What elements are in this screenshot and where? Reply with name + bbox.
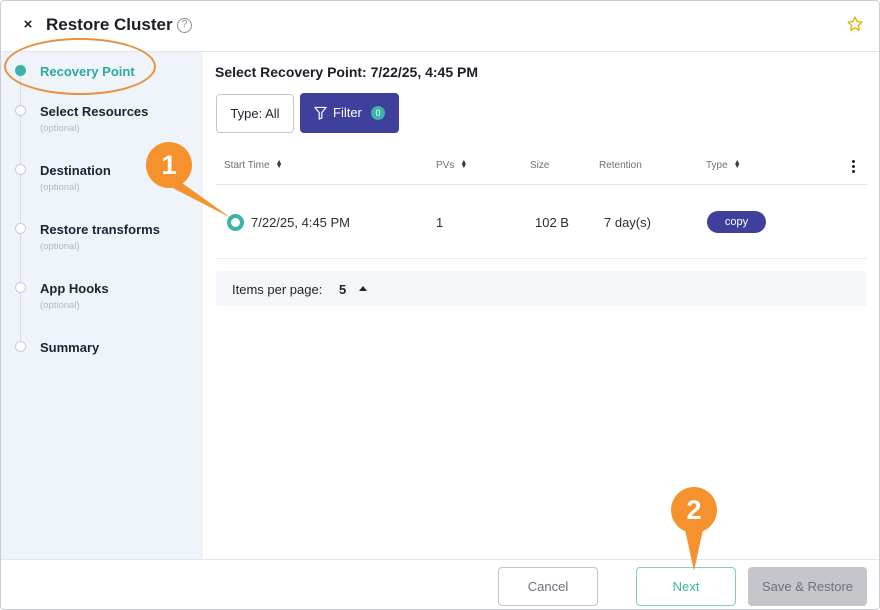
cell-retention: 7 day(s) bbox=[604, 215, 651, 230]
table-header: Start Time ▲ ▼ PVs ▲ ▼ Size Retention Type ▲ ▼ bbox=[216, 147, 867, 185]
column-header-pvs[interactable]: PVs ▲ ▼ bbox=[436, 159, 467, 171]
step-optional-note: (optional) bbox=[40, 123, 80, 134]
filter-label: Filter bbox=[333, 105, 362, 120]
cell-start-time: 7/22/25, 4:45 PM bbox=[251, 215, 351, 230]
cell-pvs: 1 bbox=[436, 215, 444, 230]
type-filter-button[interactable]: Type: All bbox=[216, 94, 294, 133]
dialog-footer: Cancel Next Save & Restore bbox=[1, 559, 879, 609]
sort-icon[interactable]: ▲ ▼ bbox=[276, 159, 283, 170]
step-label: Destination bbox=[40, 163, 111, 178]
wizard-steps-sidebar: Recovery Point Select Resources (optiona… bbox=[1, 52, 203, 609]
funnel-icon bbox=[314, 106, 327, 120]
table-row[interactable]: 7/22/25, 4:45 PM 1 102 B 7 day(s) copy bbox=[216, 185, 867, 259]
step-label: Restore transforms bbox=[40, 222, 160, 237]
step-indicator bbox=[15, 223, 26, 234]
column-header-label: Retention bbox=[599, 160, 642, 171]
items-per-page-label: Items per page: bbox=[232, 282, 323, 297]
kebab-menu-icon[interactable] bbox=[852, 160, 856, 174]
step-optional-note: (optional) bbox=[40, 241, 80, 252]
column-header-label: PVs bbox=[436, 160, 455, 171]
section-title: Select Recovery Point: 7/22/25, 4:45 PM bbox=[215, 64, 479, 80]
dialog-title: Restore Cluster bbox=[46, 15, 173, 34]
highlight-ring bbox=[4, 38, 156, 95]
step-indicator bbox=[15, 341, 26, 352]
filter-button[interactable]: Filter 0 bbox=[300, 93, 399, 133]
step-optional-note: (optional) bbox=[40, 182, 80, 193]
main-panel: Select Recovery Point: 7/22/25, 4:45 PM … bbox=[203, 52, 879, 560]
step-indicator bbox=[15, 282, 26, 293]
callout-marker-2: 2 bbox=[670, 487, 718, 571]
restore-cluster-dialog: × Restore Cluster ? Recovery Point Selec… bbox=[0, 0, 880, 610]
star-outline-icon[interactable] bbox=[846, 15, 864, 33]
column-header-label: Size bbox=[530, 160, 550, 171]
close-icon[interactable]: × bbox=[19, 16, 37, 34]
help-circle-icon[interactable]: ? bbox=[177, 18, 192, 33]
sort-icon[interactable]: ▲ ▼ bbox=[460, 159, 467, 170]
type-badge: copy bbox=[707, 211, 766, 233]
callout-marker-1: 1 bbox=[145, 142, 231, 218]
callout-number: 1 bbox=[161, 150, 177, 180]
step-label: Select Resources bbox=[40, 104, 149, 119]
column-header-label: Type bbox=[706, 160, 728, 171]
step-indicator bbox=[15, 164, 26, 175]
step-indicator bbox=[15, 105, 26, 116]
save-restore-button[interactable]: Save & Restore bbox=[748, 567, 867, 606]
step-optional-note: (optional) bbox=[40, 300, 80, 311]
dialog-header: × Restore Cluster ? bbox=[1, 1, 879, 52]
callout-number: 2 bbox=[686, 495, 702, 525]
step-label: Summary bbox=[40, 340, 100, 355]
column-header-retention: Retention bbox=[599, 160, 642, 171]
column-header-type[interactable]: Type ▲ ▼ bbox=[706, 159, 741, 171]
cancel-button[interactable]: Cancel bbox=[498, 567, 598, 606]
caret-up-icon[interactable] bbox=[359, 286, 367, 291]
cell-size: 102 B bbox=[535, 215, 569, 230]
sort-icon[interactable]: ▲ ▼ bbox=[734, 159, 741, 170]
pagination-bar: Items per page: 5 bbox=[216, 271, 867, 306]
items-per-page-value[interactable]: 5 bbox=[339, 282, 346, 297]
filter-count-badge: 0 bbox=[371, 106, 385, 120]
column-header-size: Size bbox=[530, 160, 549, 171]
step-label: App Hooks bbox=[40, 281, 109, 296]
